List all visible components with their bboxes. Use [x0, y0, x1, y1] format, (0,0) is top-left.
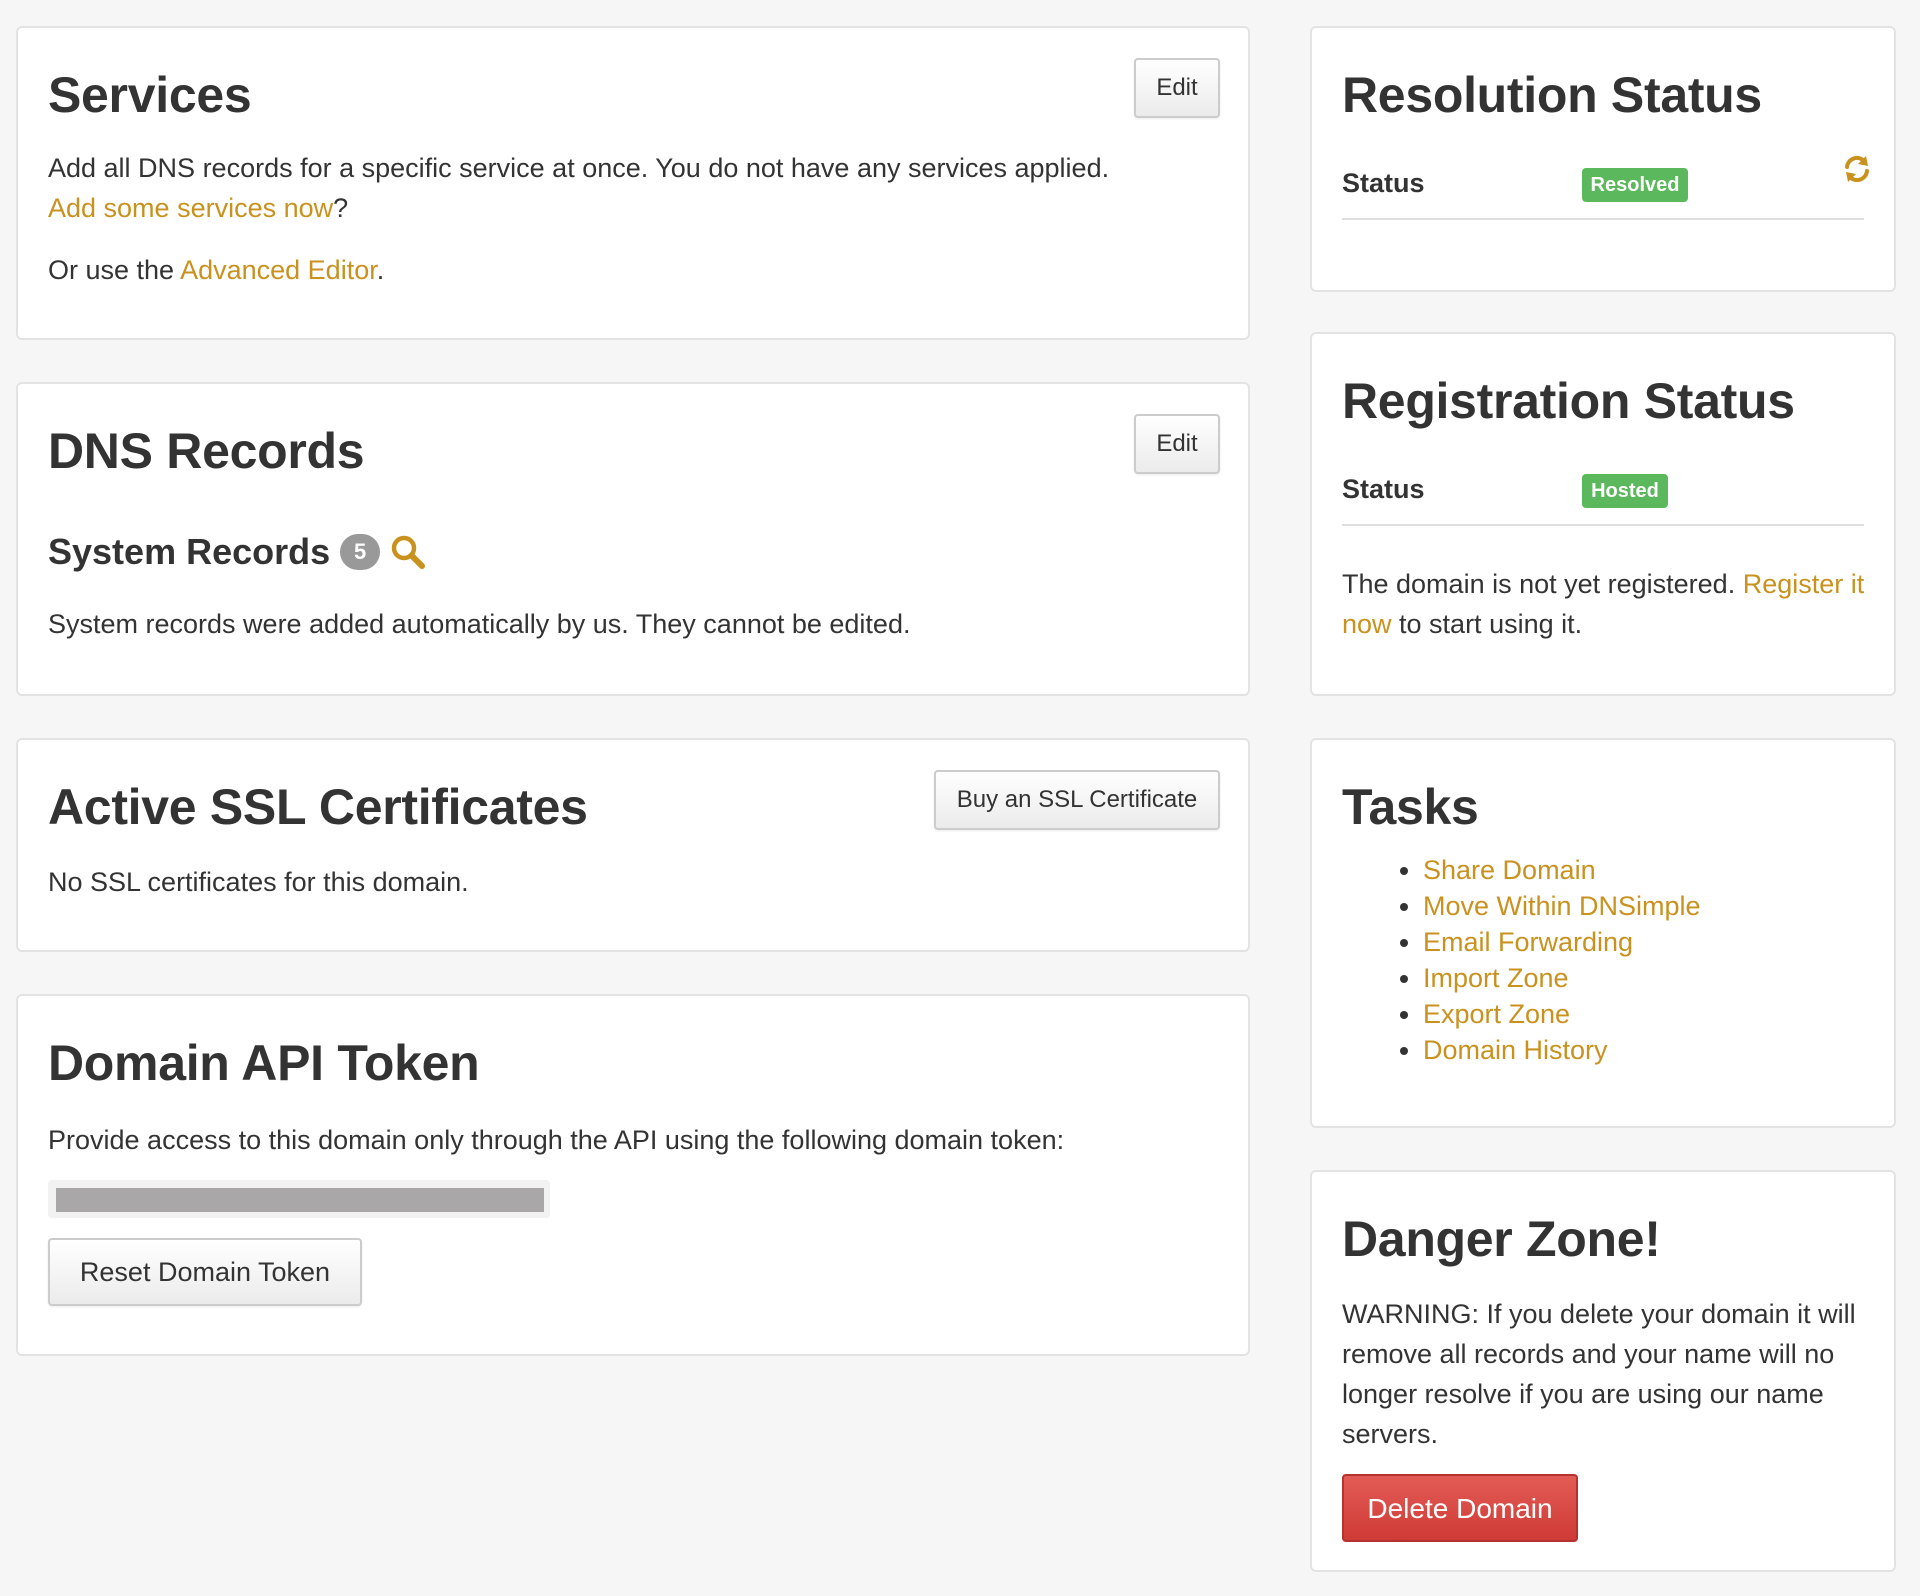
system-records-heading: System Records 5 — [48, 530, 426, 574]
resolution-status-panel: Resolution Status Status Resolved — [1310, 26, 1896, 292]
api-token-panel: Domain API Token Provide access to this … — [16, 994, 1250, 1356]
registration-text-before: The domain is not yet registered. — [1342, 569, 1743, 599]
question-mark: ? — [333, 193, 349, 223]
import-zone-link[interactable]: Import Zone — [1423, 963, 1569, 993]
task-item: Email Forwarding — [1423, 924, 1701, 960]
hosted-badge: Hosted — [1582, 474, 1668, 508]
services-edit-button[interactable]: Edit — [1134, 58, 1220, 118]
share-domain-link[interactable]: Share Domain — [1423, 855, 1596, 885]
export-zone-link[interactable]: Export Zone — [1423, 999, 1570, 1029]
resolved-badge: Resolved — [1582, 168, 1688, 202]
services-description: Add all DNS records for a specific servi… — [48, 153, 1110, 183]
ssl-title: Active SSL Certificates — [48, 779, 588, 835]
system-records-count-badge: 5 — [340, 534, 381, 570]
services-title: Services — [48, 67, 252, 123]
services-description-line: Add all DNS records for a specific servi… — [48, 148, 1218, 228]
api-token-title: Domain API Token — [48, 1035, 480, 1091]
services-panel: Services Edit Add all DNS records for a … — [16, 26, 1250, 340]
task-item: Move Within DNSimple — [1423, 888, 1701, 924]
dns-records-panel: DNS Records Edit System Records 5 System… — [16, 382, 1250, 696]
task-item: Share Domain — [1423, 852, 1701, 888]
api-token-description: Provide access to this domain only throu… — [48, 1125, 1065, 1155]
task-item: Domain History — [1423, 1032, 1701, 1068]
reset-domain-token-button[interactable]: Reset Domain Token — [48, 1238, 362, 1306]
registration-status-label: Status — [1342, 474, 1425, 504]
registration-note: The domain is not yet registered. Regist… — [1342, 564, 1868, 644]
task-item: Import Zone — [1423, 960, 1701, 996]
refresh-icon[interactable] — [1842, 154, 1872, 184]
period: . — [376, 255, 385, 285]
api-token-field[interactable] — [48, 1180, 550, 1218]
registration-divider — [1342, 524, 1864, 526]
or-use-text: Or use the — [48, 255, 181, 285]
dns-records-title: DNS Records — [48, 423, 365, 479]
email-forwarding-link[interactable]: Email Forwarding — [1423, 927, 1633, 957]
tasks-title: Tasks — [1342, 779, 1479, 835]
ssl-panel: Active SSL Certificates Buy an SSL Certi… — [16, 738, 1250, 952]
buy-ssl-button[interactable]: Buy an SSL Certificate — [934, 770, 1220, 830]
system-records-title: System Records — [48, 531, 331, 572]
resolution-status-label: Status — [1342, 168, 1425, 198]
tasks-panel: Tasks Share Domain Move Within DNSimple … — [1310, 738, 1896, 1128]
task-item: Export Zone — [1423, 996, 1701, 1032]
danger-warning-text: WARNING: If you delete your domain it wi… — [1342, 1299, 1856, 1449]
tasks-list: Share Domain Move Within DNSimple Email … — [1395, 852, 1701, 1068]
resolution-divider — [1342, 218, 1864, 220]
dns-records-edit-button[interactable]: Edit — [1134, 414, 1220, 474]
add-services-link[interactable]: Add some services now — [48, 193, 333, 223]
redacted-token-bar — [56, 1188, 544, 1212]
domain-history-link[interactable]: Domain History — [1423, 1035, 1608, 1065]
resolution-status-title: Resolution Status — [1342, 67, 1762, 123]
delete-domain-button[interactable]: Delete Domain — [1342, 1474, 1578, 1542]
advanced-editor-line: Or use the Advanced Editor. — [48, 250, 384, 290]
registration-status-title: Registration Status — [1342, 373, 1795, 429]
danger-zone-panel: Danger Zone! WARNING: If you delete your… — [1310, 1170, 1896, 1572]
system-records-description: System records were added automatically … — [48, 609, 911, 639]
advanced-editor-link[interactable]: Advanced Editor — [180, 255, 377, 285]
registration-text-after: to start using it. — [1391, 609, 1583, 639]
move-within-dnsimple-link[interactable]: Move Within DNSimple — [1423, 891, 1701, 921]
danger-zone-title: Danger Zone! — [1342, 1211, 1661, 1267]
registration-status-panel: Registration Status Status Hosted The do… — [1310, 332, 1896, 696]
magnifier-icon[interactable] — [390, 534, 426, 570]
ssl-empty-text: No SSL certificates for this domain. — [48, 867, 469, 897]
